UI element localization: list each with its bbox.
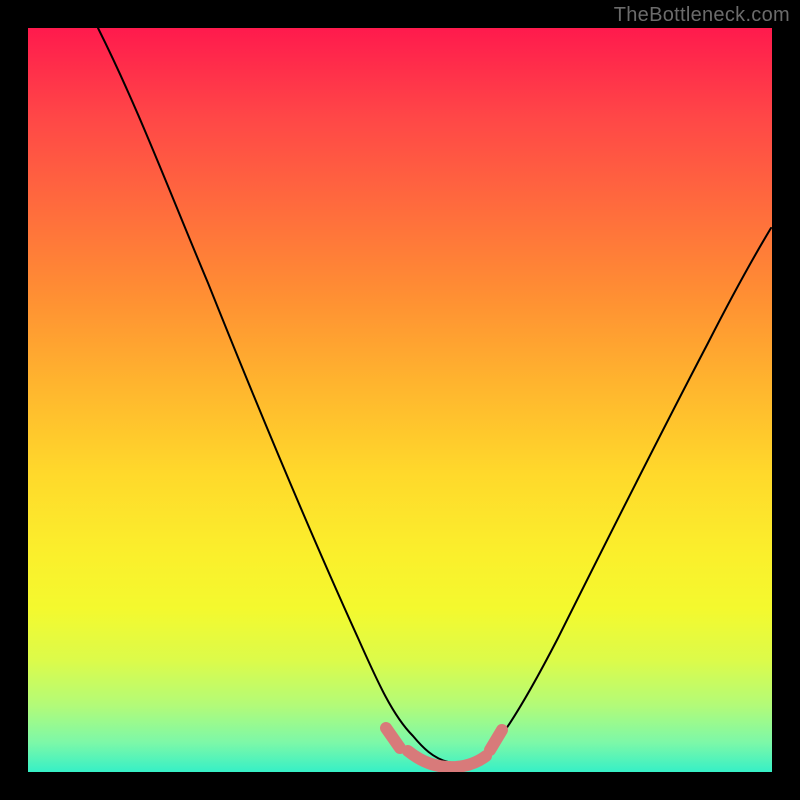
plot-area [28,28,772,772]
bottleneck-curve [98,28,771,763]
optimal-range-marker [386,728,502,767]
watermark-text: TheBottleneck.com [614,4,790,27]
chart-frame: TheBottleneck.com [0,0,800,800]
curve-layer [28,28,772,772]
